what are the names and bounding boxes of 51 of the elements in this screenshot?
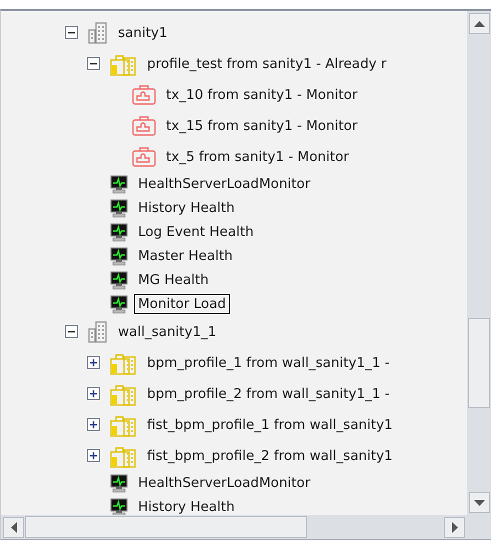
- scroll-thumb[interactable]: [468, 318, 490, 408]
- building-icon: [88, 22, 108, 44]
- tree-item[interactable]: MG Health: [134, 270, 213, 290]
- tree-item[interactable]: fist_bpm_profile_2 from wall_sanity1: [143, 446, 397, 466]
- monitor-icon: [110, 198, 128, 218]
- expand-toggle[interactable]: [87, 449, 100, 462]
- tree-item[interactable]: fist_bpm_profile_1 from wall_sanity1: [143, 414, 397, 434]
- right-arrow-icon: [452, 522, 458, 532]
- monitor-icon: [110, 498, 128, 515]
- tree-item[interactable]: HealthServerLoadMonitor: [134, 473, 314, 493]
- monitor-icon: [110, 474, 128, 492]
- tree-item[interactable]: History Health: [134, 198, 239, 218]
- tree-item[interactable]: Monitor Load: [134, 294, 230, 314]
- tree-item[interactable]: profile_test from sanity1 - Already r: [143, 54, 390, 74]
- collapse-toggle[interactable]: [65, 325, 78, 338]
- tree-item[interactable]: Master Health: [134, 246, 237, 266]
- up-arrow-icon: [474, 20, 484, 26]
- expand-toggle[interactable]: [87, 418, 100, 431]
- down-arrow-icon: [474, 500, 484, 506]
- monitor-icon: [110, 174, 128, 194]
- tree-item[interactable]: HealthServerLoadMonitor: [134, 174, 314, 194]
- scroll-up-button[interactable]: [468, 13, 490, 34]
- tree-item[interactable]: Log Event Health: [134, 222, 258, 242]
- tree-item[interactable]: tx_10 from sanity1 - Monitor: [162, 84, 362, 104]
- scroll-right-button[interactable]: [444, 516, 465, 538]
- monitor-icon: [110, 294, 128, 314]
- tree-item[interactable]: sanity1: [114, 22, 172, 42]
- vertical-scrollbar[interactable]: [467, 11, 491, 515]
- building-icon: [88, 320, 108, 342]
- left-arrow-icon: [10, 522, 16, 532]
- scroll-left-button[interactable]: [3, 516, 24, 538]
- puzzle-case-icon: [132, 146, 156, 168]
- tree-item[interactable]: bpm_profile_1 from wall_sanity1_1 -: [143, 352, 394, 372]
- tree-item[interactable]: History Health: [134, 497, 239, 515]
- tree-item[interactable]: bpm_profile_2 from wall_sanity1_1 -: [143, 384, 394, 404]
- puzzle-case-icon: [132, 84, 156, 106]
- puzzle-case-icon: [132, 114, 156, 136]
- monitor-icon: [110, 222, 128, 242]
- expand-toggle[interactable]: [87, 356, 100, 369]
- expand-toggle[interactable]: [87, 387, 100, 400]
- tree-item[interactable]: wall_sanity1_1: [114, 322, 220, 342]
- monitor-icon: [110, 246, 128, 266]
- tree-item[interactable]: tx_5 from sanity1 - Monitor: [162, 146, 353, 166]
- scroll-thumb[interactable]: [25, 516, 307, 538]
- scroll-down-button[interactable]: [468, 492, 490, 513]
- scrollbar-corner: [467, 515, 491, 539]
- monitor-icon: [110, 270, 128, 290]
- collapse-toggle[interactable]: [65, 26, 78, 39]
- tree-item[interactable]: tx_15 from sanity1 - Monitor: [162, 116, 362, 136]
- collapse-toggle[interactable]: [87, 57, 100, 70]
- horizontal-scrollbar[interactable]: [1, 515, 467, 539]
